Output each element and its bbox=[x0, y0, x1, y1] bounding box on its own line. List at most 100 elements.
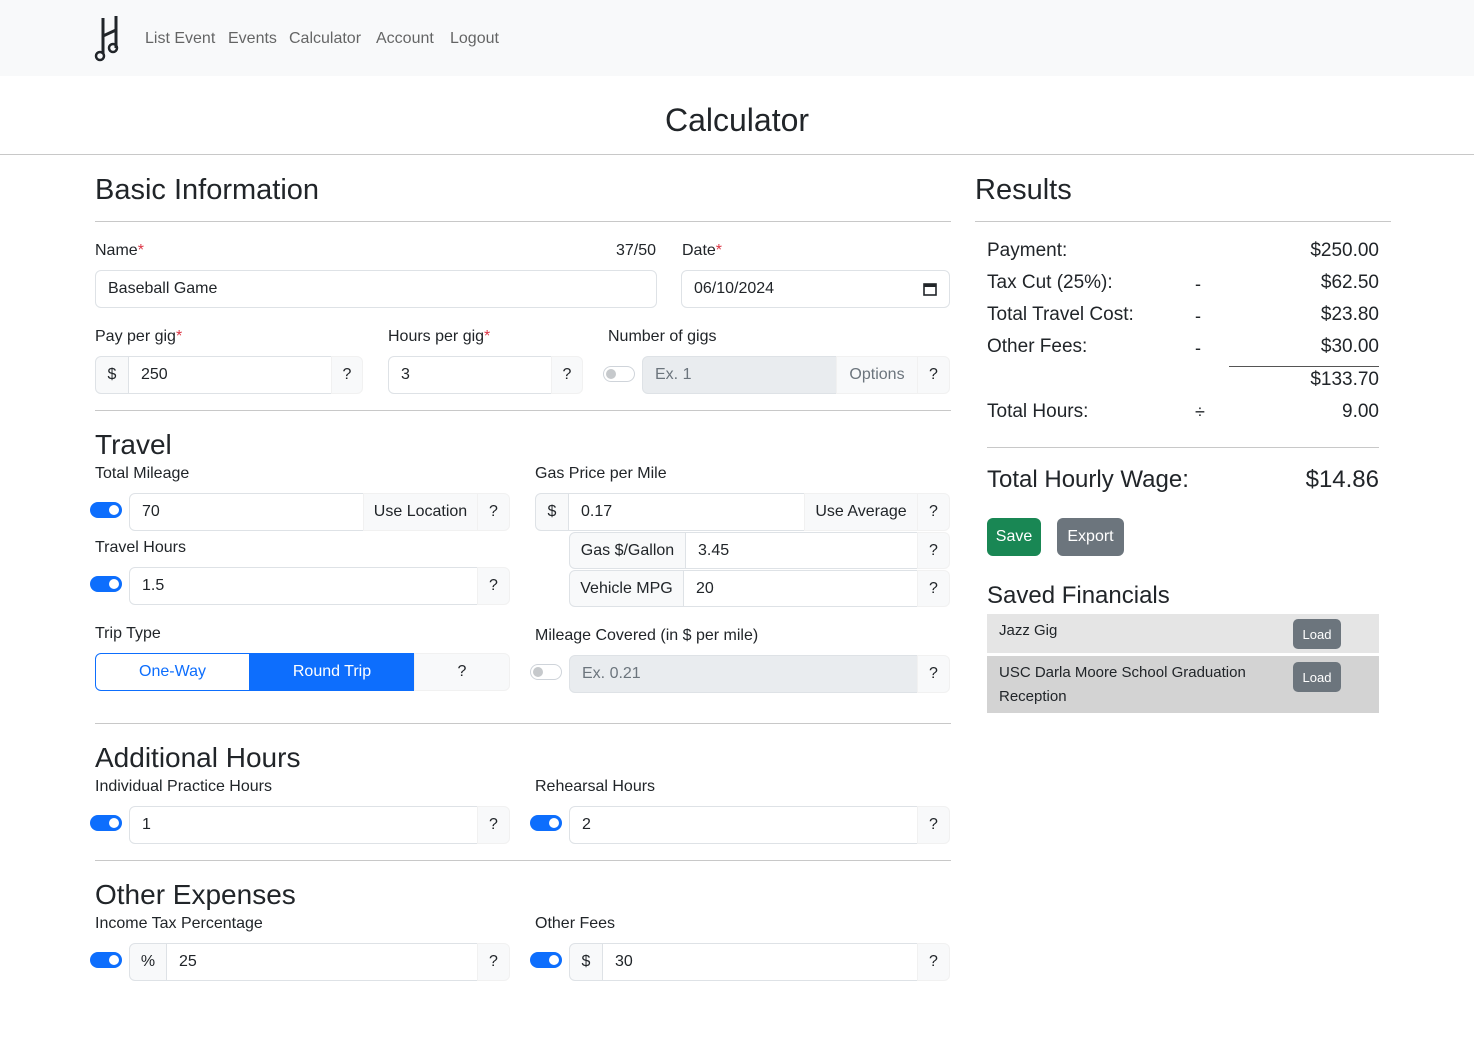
travel-heading: Travel bbox=[95, 429, 172, 460]
hourly-wage-label: Total Hourly Wage: bbox=[987, 466, 1189, 493]
additional-hours-heading: Additional Hours bbox=[95, 742, 301, 773]
result-value: $23.80 bbox=[1320, 304, 1379, 325]
minus-operator: - bbox=[1195, 338, 1201, 358]
other-fees-input[interactable]: 30 bbox=[602, 943, 918, 981]
use-location-button[interactable]: Use Location bbox=[363, 493, 478, 531]
total-hours-value: 9.00 bbox=[1342, 401, 1379, 422]
nav-events[interactable]: Events bbox=[228, 29, 277, 49]
app-logo-icon[interactable] bbox=[94, 14, 124, 64]
fees-currency-addon: $ bbox=[569, 943, 603, 981]
date-label: Date* bbox=[682, 242, 723, 259]
total-hours-label: Total Hours: bbox=[987, 401, 1089, 422]
practice-hours-toggle[interactable] bbox=[90, 815, 122, 831]
round-trip-button[interactable]: Round Trip bbox=[249, 653, 415, 691]
name-input[interactable]: Baseball Game bbox=[95, 270, 657, 308]
nav-logout[interactable]: Logout bbox=[450, 29, 499, 49]
name-char-counter: 37/50 bbox=[616, 242, 657, 259]
divide-operator: ÷ bbox=[1195, 402, 1205, 422]
nav-list-event[interactable]: List Event bbox=[145, 29, 215, 49]
other-fees-label: Other Fees bbox=[535, 915, 616, 932]
mileage-help-button[interactable]: ? bbox=[477, 493, 510, 531]
gas-currency-addon: $ bbox=[535, 493, 569, 531]
practice-hours-input[interactable]: 1 bbox=[129, 806, 478, 844]
gas-gallon-input[interactable]: 3.45 bbox=[685, 532, 918, 569]
gigs-options-button[interactable]: Options bbox=[836, 356, 918, 394]
saved-financial-name: Jazz Gig bbox=[999, 622, 1058, 639]
wage-divider bbox=[987, 447, 1379, 448]
other-fees-toggle[interactable] bbox=[530, 952, 562, 968]
basic-info-heading: Basic Information bbox=[95, 174, 320, 206]
save-button[interactable]: Save bbox=[987, 518, 1041, 556]
export-button[interactable]: Export bbox=[1057, 518, 1124, 556]
rehearsal-hours-help-button[interactable]: ? bbox=[917, 806, 950, 844]
pay-input[interactable]: 250 bbox=[128, 356, 332, 394]
vehicle-mpg-help-button[interactable]: ? bbox=[917, 570, 950, 607]
percent-addon: % bbox=[129, 943, 167, 981]
hours-label: Hours per gig* bbox=[388, 328, 491, 345]
other-expenses-heading: Other Expenses bbox=[95, 879, 296, 910]
use-average-button[interactable]: Use Average bbox=[804, 493, 918, 531]
saved-financial-name: USC Darla Moore School Graduation Recept… bbox=[999, 664, 1246, 705]
load-button[interactable]: Load bbox=[1293, 619, 1341, 649]
gas-price-label: Gas Price per Mile bbox=[535, 465, 667, 482]
income-tax-input[interactable]: 25 bbox=[166, 943, 478, 981]
title-divider bbox=[0, 154, 1474, 155]
income-tax-label: Income Tax Percentage bbox=[95, 915, 263, 932]
one-way-button[interactable]: One-Way bbox=[95, 653, 250, 691]
result-value: $250.00 bbox=[1310, 240, 1379, 261]
calendar-icon[interactable] bbox=[923, 282, 937, 296]
required-mark: * bbox=[137, 242, 144, 259]
result-label: Total Travel Cost: bbox=[987, 304, 1134, 325]
results-divider bbox=[975, 221, 1391, 222]
subtotal-rule bbox=[1229, 366, 1379, 367]
trip-type-help-button[interactable]: ? bbox=[414, 653, 510, 691]
rehearsal-hours-toggle[interactable] bbox=[530, 815, 562, 831]
nav-calculator[interactable]: Calculator bbox=[289, 29, 361, 49]
expenses-divider bbox=[95, 860, 951, 861]
travel-hours-input[interactable]: 1.5 bbox=[129, 567, 478, 605]
vehicle-mpg-input[interactable]: 20 bbox=[683, 570, 918, 607]
travel-hours-toggle[interactable] bbox=[90, 576, 122, 592]
gigs-help-button[interactable]: ? bbox=[917, 356, 950, 394]
gas-price-help-button[interactable]: ? bbox=[917, 493, 950, 531]
hours-help-button[interactable]: ? bbox=[551, 356, 583, 394]
income-tax-help-button[interactable]: ? bbox=[477, 943, 510, 981]
travel-hours-help-button[interactable]: ? bbox=[477, 567, 510, 605]
mileage-toggle[interactable] bbox=[90, 502, 122, 518]
subtotal-value: $133.70 bbox=[1310, 369, 1379, 390]
result-value: $62.50 bbox=[1320, 272, 1379, 293]
saved-financials-heading: Saved Financials bbox=[987, 582, 1170, 609]
gas-gallon-addon: Gas $/Gallon bbox=[569, 532, 686, 569]
gigs-input[interactable]: Ex. 1 bbox=[642, 356, 837, 394]
additional-divider bbox=[95, 723, 951, 724]
name-label: Name* bbox=[95, 242, 144, 259]
hours-input[interactable]: 3 bbox=[388, 356, 552, 394]
navbar: List Event Events Calculator Account Log… bbox=[0, 0, 1474, 76]
result-label: Tax Cut (25%): bbox=[987, 272, 1113, 293]
mileage-covered-toggle[interactable] bbox=[530, 664, 562, 680]
pay-help-button[interactable]: ? bbox=[331, 356, 363, 394]
mileage-input[interactable]: 70 bbox=[129, 493, 364, 531]
required-mark: * bbox=[484, 328, 491, 345]
income-tax-toggle[interactable] bbox=[90, 952, 122, 968]
practice-hours-help-button[interactable]: ? bbox=[477, 806, 510, 844]
load-button[interactable]: Load bbox=[1293, 662, 1341, 692]
mileage-covered-help-button[interactable]: ? bbox=[917, 655, 950, 693]
other-fees-help-button[interactable]: ? bbox=[917, 943, 950, 981]
date-value: 06/10/2024 bbox=[694, 280, 775, 297]
gigs-toggle[interactable] bbox=[603, 366, 635, 382]
mileage-covered-input[interactable]: Ex. 0.21 bbox=[569, 655, 918, 693]
required-mark: * bbox=[175, 328, 183, 345]
mileage-label: Total Mileage bbox=[95, 465, 190, 482]
rehearsal-hours-input[interactable]: 2 bbox=[569, 806, 918, 844]
result-label: Other Fees: bbox=[987, 336, 1088, 357]
minus-operator: - bbox=[1195, 306, 1201, 326]
gas-gallon-help-button[interactable]: ? bbox=[917, 532, 950, 569]
date-input[interactable]: 06/10/2024 bbox=[681, 270, 950, 308]
nav-account[interactable]: Account bbox=[376, 29, 434, 49]
mileage-covered-label: Mileage Covered (in $ per mile) bbox=[535, 627, 759, 644]
rehearsal-hours-label: Rehearsal Hours bbox=[535, 778, 656, 795]
hourly-wage-value: $14.86 bbox=[1305, 466, 1379, 493]
gas-price-input[interactable]: 0.17 bbox=[568, 493, 805, 531]
practice-hours-label: Individual Practice Hours bbox=[95, 778, 272, 795]
